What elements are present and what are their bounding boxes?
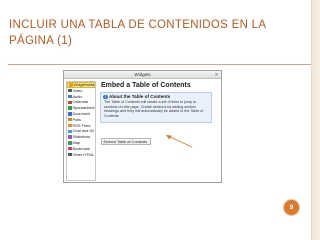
star-icon <box>69 83 73 87</box>
widget-sidebar: Widgetmeta Video Audio Calendar Spreadsheet D… <box>66 81 96 181</box>
embed-toc-button[interactable]: Embed Table of Contents <box>101 138 151 145</box>
bookmark-icon <box>68 146 72 151</box>
window-body: Widgetmeta Video Audio Calendar Spreadsheet D… <box>64 79 221 182</box>
window-title: Widgets <box>134 72 151 77</box>
widgets-window: Widgets ✕ Widgetmeta Video Audio Calendar Sp… <box>63 70 222 183</box>
window-titlebar: Widgets ✕ <box>64 71 221 79</box>
video-icon <box>68 88 72 93</box>
sidebar-item-label: Other HTML <box>72 151 94 157</box>
spreadsheet-icon <box>68 106 72 110</box>
close-icon[interactable]: ✕ <box>214 72 219 77</box>
slide-right-bar <box>311 0 320 240</box>
chat-icon <box>68 129 72 134</box>
slideshow-icon <box>68 135 72 139</box>
pointer-arrow-icon <box>166 135 193 148</box>
rss-icon <box>68 123 72 128</box>
page-number-badge: 9 <box>284 200 299 215</box>
slide-title-line-2: PÁGINA (1) <box>9 35 73 47</box>
sidebar-item[interactable]: Other HTML <box>67 152 95 158</box>
slide-title-line-1: INCLUIR UNA TABLA DE CONTENIDOS EN LA <box>9 19 267 31</box>
polls-icon <box>68 117 72 122</box>
info-icon: i <box>103 94 108 100</box>
document-icon <box>68 112 72 116</box>
title-divider <box>8 64 311 65</box>
audio-icon <box>68 94 72 99</box>
about-description: The Table of Contents will create a set … <box>104 100 204 118</box>
about-box: i About the Table of Contents The Table … <box>100 92 212 123</box>
map-icon <box>68 141 72 145</box>
slide: INCLUIR UNA TABLA DE CONTENIDOS EN LA PÁ… <box>0 0 320 240</box>
html-icon <box>68 152 72 157</box>
widget-content: Embed a Table of Contents i About the Ta… <box>100 81 220 181</box>
content-heading: Embed a Table of Contents <box>101 82 191 89</box>
calendar-icon <box>68 100 72 105</box>
slide-title: INCLUIR UNA TABLA DE CONTENIDOS EN LA PÁ… <box>9 17 269 49</box>
